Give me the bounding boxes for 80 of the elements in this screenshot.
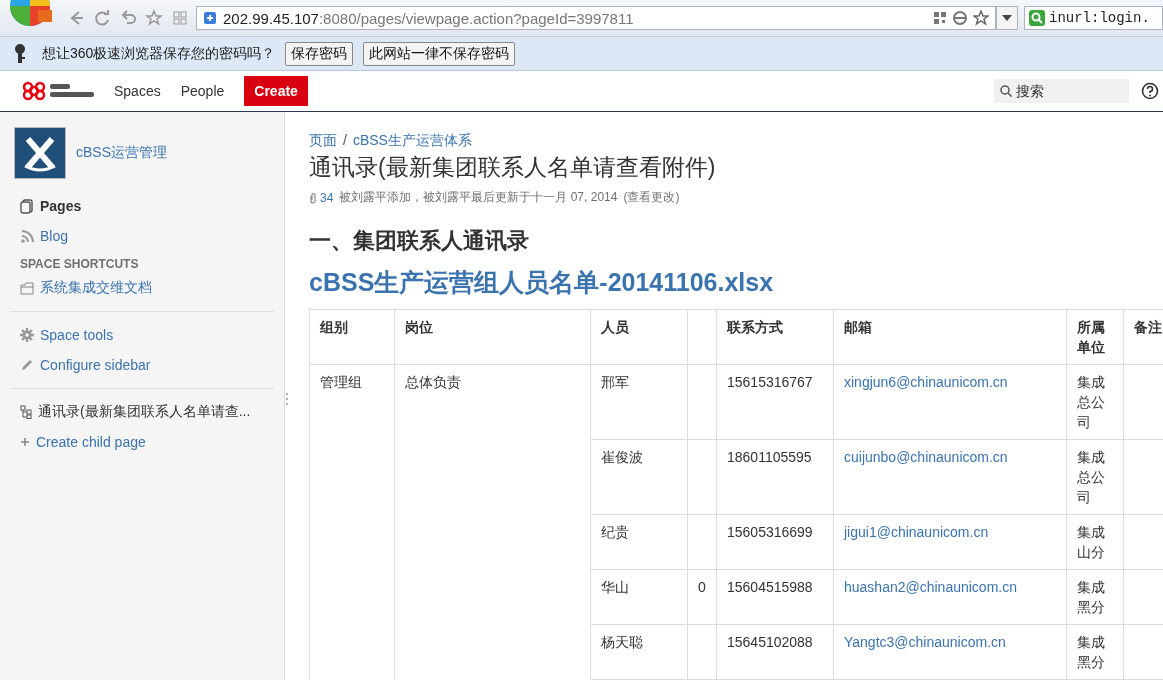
column-header: 组别 <box>309 309 395 365</box>
byline-text: 被刘露平添加，被刘露平最后更新于十一月 07, 2014 <box>339 189 618 206</box>
table-cell: 崔俊波 <box>590 439 688 515</box>
feed-icon <box>20 228 34 244</box>
table-cell: 杨天聪 <box>590 624 688 680</box>
email-link[interactable]: jigui1@chinaunicom.cn <box>844 524 989 540</box>
undo-icon <box>119 9 137 27</box>
breadcrumb-link[interactable]: cBSS生产运营体系 <box>352 132 472 150</box>
page-title: 通讯录(最新集团联系人名单请查看附件) <box>309 153 717 182</box>
search-field[interactable]: 搜索 <box>994 79 1129 103</box>
grid-icon <box>171 9 189 27</box>
shield-icon <box>203 11 217 25</box>
space-logo-icon <box>14 127 66 179</box>
column-header: 联系方式 <box>716 309 834 365</box>
nav-link[interactable]: People <box>180 83 225 99</box>
column-header: 所属单位 <box>1066 309 1124 365</box>
refresh-icon <box>93 9 111 27</box>
settings-icon <box>20 328 34 342</box>
url-text: 202.99.45.107:8080/pages/viewpage.action?pageId=3997811 <box>223 9 635 27</box>
star-icon <box>973 10 989 26</box>
dialog-button[interactable]: 保存密码 <box>285 41 354 66</box>
search-icon <box>1000 85 1012 97</box>
sidebar-item[interactable]: Pages <box>10 191 274 221</box>
search-field[interactable]: inurl:login. <box>1024 6 1163 30</box>
prompt-text: 想让360极速浏览器保存您的密码吗？ <box>42 44 276 63</box>
dialog-button[interactable]: 此网站一律不保存密码 <box>363 41 516 66</box>
shortcut-link[interactable]: 系统集成交维文档 <box>10 273 274 303</box>
pages-icon <box>20 198 34 214</box>
create-button[interactable]: Create <box>244 76 308 106</box>
column-header: 人员 <box>590 309 688 365</box>
sidebar-item[interactable]: Blog <box>10 221 274 251</box>
table-cell: 15605316699 <box>716 514 834 570</box>
pencil-icon <box>20 358 34 372</box>
column-header: 备注 <box>1123 309 1163 365</box>
attachments-link[interactable]: 34 <box>309 190 334 205</box>
search-engine-icon <box>1029 10 1045 26</box>
breadcrumb-link[interactable]: 页面 <box>309 132 337 150</box>
email-link[interactable]: xingjun6@chinaunicom.cn <box>844 374 1008 390</box>
sidebar-link[interactable]: Space tools <box>10 320 274 350</box>
tree-icon <box>20 405 32 419</box>
key-icon <box>14 43 26 64</box>
table-cell: 纪贵 <box>590 514 688 570</box>
table-cell: 18601105595 <box>716 439 834 515</box>
table-cell: 0 <box>687 569 717 625</box>
section-heading: SPACE SHORTCUTS <box>19 257 140 273</box>
email-link[interactable]: Yangtc3@chinaunicom.cn <box>844 634 1006 650</box>
table-cell: 集成黑分 <box>1066 569 1124 625</box>
star-icon <box>145 9 163 27</box>
qr-code-icon <box>933 11 947 25</box>
table-cell: 集成黑分 <box>1066 624 1124 680</box>
paperclip-icon <box>309 191 317 204</box>
view-changes-link[interactable]: (查看更改) <box>623 189 680 206</box>
table-cell: 15645102088 <box>716 624 834 680</box>
space-name-link[interactable]: cBSS运营管理 <box>76 144 167 162</box>
column-header: 邮箱 <box>833 309 1067 365</box>
attachment-link[interactable]: cBSS生产运营组人员名单-20141106.xlsx <box>309 266 1163 299</box>
table-cell: 邢军 <box>590 364 688 440</box>
company-logo-icon <box>20 79 48 103</box>
plus-icon <box>20 437 30 447</box>
sidebar-link[interactable]: Configure sidebar <box>10 350 274 380</box>
address-bar[interactable]: 202.99.45.107:8080/pages/viewpage.action?pageId=3997811 <box>196 6 996 30</box>
breadcrumb-separator: / <box>343 132 347 150</box>
dropdown-button[interactable] <box>996 6 1018 30</box>
table-cell: 集成总公司 <box>1066 364 1124 440</box>
create-child-link[interactable]: Create child page <box>10 427 274 457</box>
table-cell: 集成山分 <box>1066 514 1124 570</box>
folder-icon <box>20 281 34 295</box>
help-icon <box>1141 82 1159 100</box>
table-cell: 华山 <box>590 569 688 625</box>
table-cell: 管理组 <box>309 364 395 680</box>
section-heading: 一、集团联系人通讯录 <box>309 226 530 255</box>
caret-icon <box>1002 15 1012 21</box>
nav-link[interactable]: Spaces <box>114 83 161 99</box>
column-header: 岗位 <box>394 309 591 365</box>
resize-handle-icon <box>285 392 289 406</box>
table-cell: 集成总公司 <box>1066 439 1124 515</box>
email-link[interactable]: cuijunbo@chinaunicom.cn <box>844 449 1008 465</box>
table-cell: 15604515988 <box>716 569 834 625</box>
page-tree-item[interactable]: 通讯录(最新集团联系人名单请查... <box>10 397 274 427</box>
table-cell: 15615316767 <box>716 364 834 440</box>
